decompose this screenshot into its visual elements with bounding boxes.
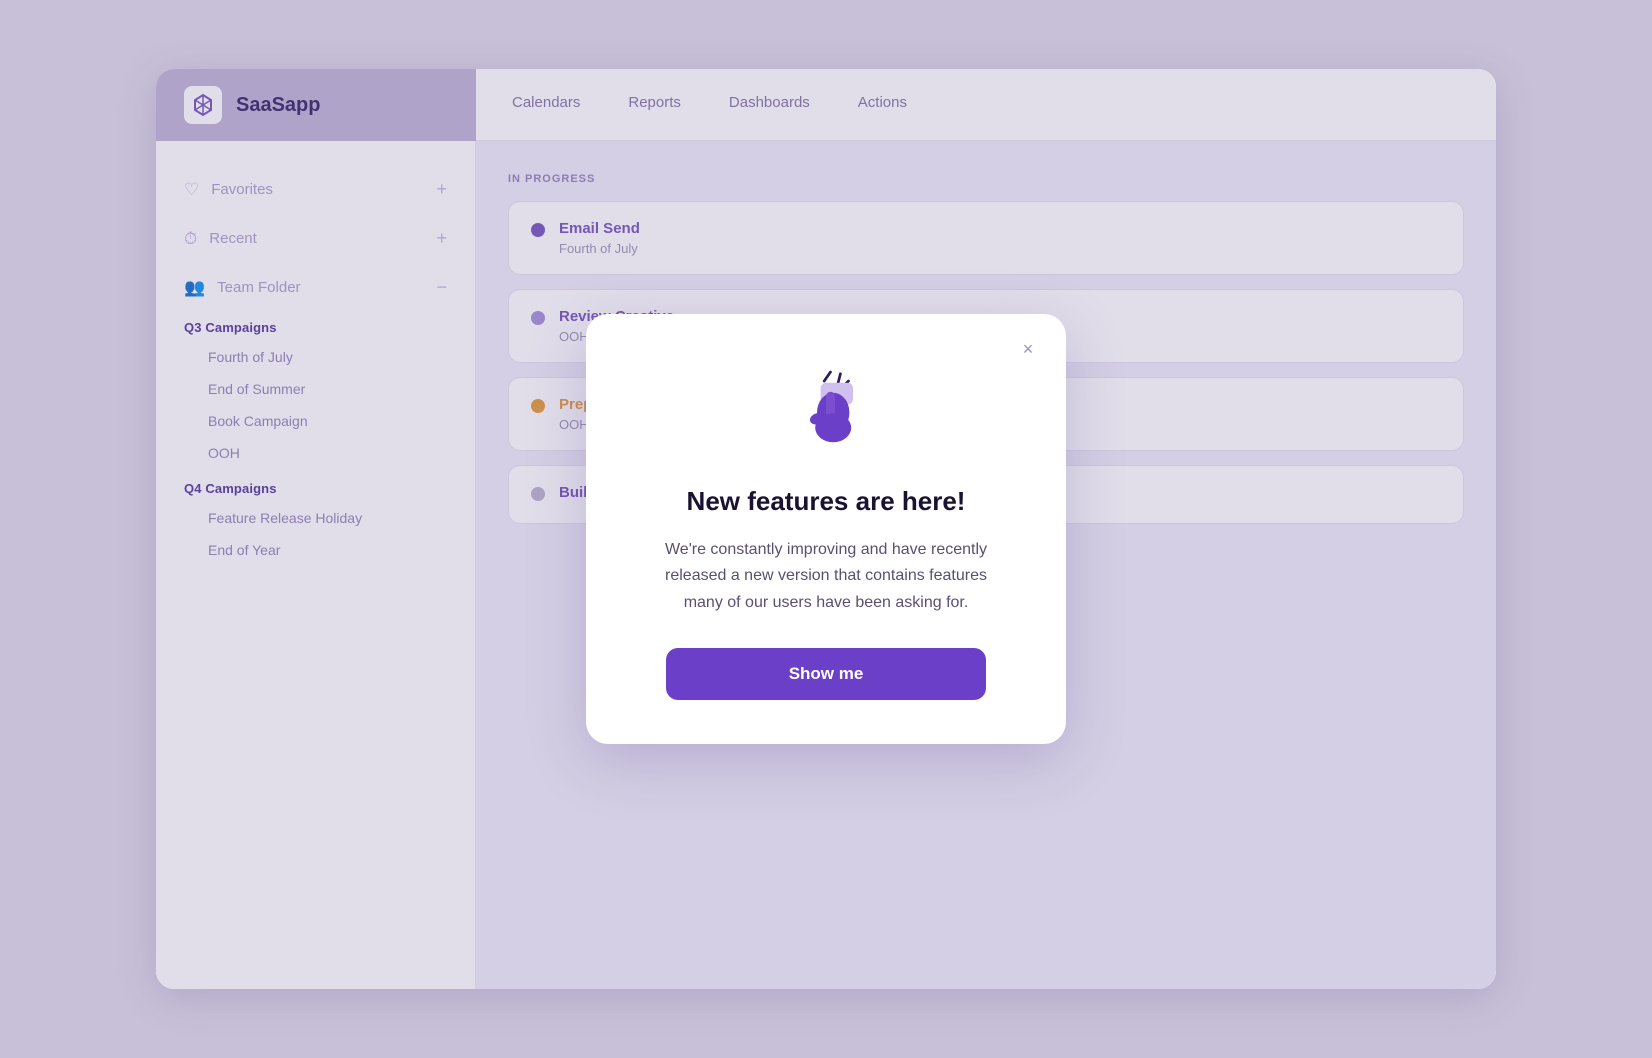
modal: × bbox=[586, 314, 1066, 744]
modal-cta-button[interactable]: Show me bbox=[666, 648, 986, 700]
modal-title: New features are here! bbox=[687, 486, 966, 517]
modal-body-text: We're constantly improving and have rece… bbox=[646, 537, 1006, 616]
modal-close-button[interactable]: × bbox=[1012, 334, 1044, 366]
modal-overlay: × bbox=[156, 69, 1496, 989]
app-frame: SaaSapp Calendars Reports Dashboards Act… bbox=[156, 69, 1496, 989]
modal-illustration bbox=[776, 358, 876, 458]
